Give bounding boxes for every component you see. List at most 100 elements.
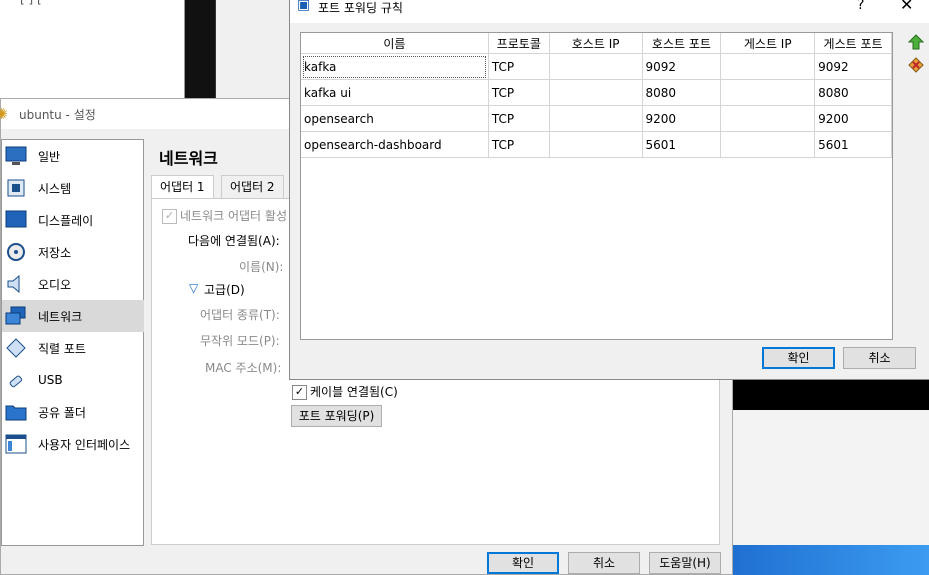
- settings-sidebar: 일반 시스템 디스플레이 저장소 오디오 네트워크 직렬 포트 USB 공유 폴…: [1, 139, 144, 546]
- enable-adapter-label: 네트워크 어댑터 활성: [180, 209, 287, 223]
- protocol-cell[interactable]: TCP: [488, 131, 550, 158]
- cable-connected-checkbox[interactable]: ✓: [292, 385, 307, 400]
- sidebar-item-label: 네트워크: [38, 309, 83, 324]
- guest-port-cell[interactable]: 9200: [814, 105, 892, 132]
- advanced-toggle-icon[interactable]: ▽: [189, 281, 198, 295]
- sidebar-item-label: 저장소: [38, 245, 72, 260]
- sidebar-item-storage[interactable]: 저장소: [2, 236, 144, 268]
- host-port-cell[interactable]: 8080: [642, 79, 722, 106]
- rule-name-cell[interactable]: opensearch: [301, 105, 489, 132]
- close-icon[interactable]: ✕: [900, 0, 913, 14]
- sidebar-item-usb[interactable]: USB: [2, 364, 144, 396]
- guest-ip-cell[interactable]: [720, 53, 816, 80]
- guest-ip-cell[interactable]: [720, 105, 816, 132]
- usb-icon: [5, 369, 27, 391]
- name-label: 이름(N):: [239, 260, 284, 274]
- desktop-wallpaper: [730, 545, 929, 575]
- serial-port-icon: [5, 337, 27, 359]
- tab-adapter-1[interactable]: 어댑터 1: [151, 175, 214, 200]
- sidebar-item-label: 일반: [38, 149, 61, 164]
- protocol-cell[interactable]: TCP: [488, 53, 550, 80]
- table-row[interactable]: kafka ui TCP 8080 8080: [301, 79, 892, 106]
- port-forwarding-titlebar[interactable]: ▣ 포트 포워딩 규칙 ? ✕: [290, 0, 929, 23]
- background-window: [ ] [: [0, 0, 185, 100]
- promiscuous-mode-label: 무작위 모드(P):: [200, 334, 280, 348]
- sidebar-item-label: 직렬 포트: [38, 341, 86, 356]
- cancel-button[interactable]: 취소: [568, 552, 640, 574]
- host-port-cell[interactable]: 5601: [642, 131, 722, 158]
- table-row[interactable]: opensearch-dashboard TCP 5601 5601: [301, 131, 892, 158]
- rule-name-cell[interactable]: kafka: [301, 53, 489, 80]
- system-icon: [5, 177, 27, 199]
- guest-ip-cell[interactable]: [720, 79, 816, 106]
- port-forwarding-button[interactable]: 포트 포워딩(P): [291, 405, 382, 427]
- sidebar-item-user-interface[interactable]: 사용자 인터페이스: [2, 428, 144, 460]
- sidebar-item-label: 사용자 인터페이스: [38, 437, 131, 452]
- guest-port-cell[interactable]: 9092: [814, 53, 892, 80]
- rule-name-cell[interactable]: kafka ui: [301, 79, 489, 106]
- background-dark-area: [185, 0, 215, 100]
- background-window-gray: [215, 0, 290, 100]
- shared-folder-icon: [5, 401, 27, 423]
- advanced-toggle[interactable]: 고급(D): [204, 281, 245, 298]
- table-header-row: 이름 프로토콜 호스트 IP 호스트 포트 게스트 IP 게스트 포트: [301, 33, 892, 54]
- attached-to-label: 다음에 연결됨(A):: [188, 234, 280, 248]
- audio-icon: [5, 273, 27, 295]
- guest-port-cell[interactable]: 8080: [814, 79, 892, 106]
- enable-adapter-checkbox[interactable]: ✓: [162, 209, 177, 224]
- user-interface-icon: [5, 433, 27, 455]
- sidebar-item-network[interactable]: 네트워크: [2, 300, 144, 332]
- sidebar-item-label: 디스플레이: [38, 213, 94, 228]
- adapter-type-label: 어댑터 종류(T):: [200, 308, 280, 322]
- host-port-cell[interactable]: 9092: [642, 53, 722, 80]
- table-row[interactable]: kafka TCP 9092 9092: [301, 53, 892, 80]
- host-ip-cell[interactable]: [549, 131, 643, 158]
- protocol-cell[interactable]: TCP: [488, 79, 550, 106]
- port-forwarding-table: 이름 프로토콜 호스트 IP 호스트 포트 게스트 IP 게스트 포트 kafk…: [300, 32, 893, 340]
- sidebar-item-label: 공유 폴더: [38, 405, 86, 420]
- column-header-host-ip[interactable]: 호스트 IP: [549, 33, 643, 54]
- sidebar-item-general[interactable]: 일반: [2, 140, 144, 172]
- background-partial-text: [ ] [: [20, 0, 42, 6]
- column-header-protocol[interactable]: 프로토콜: [488, 33, 550, 54]
- port-forwarding-dialog: ▣ 포트 포워딩 규칙 ? ✕ 이름 프로토콜 호스트 IP 호스트 포트 게스…: [289, 0, 929, 380]
- desktop-dark-strip: [730, 378, 929, 410]
- help-icon[interactable]: ?: [857, 0, 864, 13]
- ok-button[interactable]: 확인: [487, 552, 559, 574]
- page-title: 네트워크: [159, 149, 218, 168]
- cable-connected-label: 케이블 연결됨(C): [310, 385, 398, 399]
- column-header-host-port[interactable]: 호스트 포트: [642, 33, 722, 54]
- sidebar-item-label: 시스템: [38, 181, 72, 196]
- sidebar-item-system[interactable]: 시스템: [2, 172, 144, 204]
- guest-port-cell[interactable]: 5601: [814, 131, 892, 158]
- guest-ip-cell[interactable]: [720, 131, 816, 158]
- remove-rule-icon[interactable]: [908, 57, 924, 73]
- sidebar-item-audio[interactable]: 오디오: [2, 268, 144, 300]
- settings-title: ubuntu - 설정: [19, 108, 96, 122]
- port-forwarding-ok-button[interactable]: 확인: [762, 347, 835, 369]
- host-port-cell[interactable]: 9200: [642, 105, 722, 132]
- add-rule-icon[interactable]: [907, 34, 925, 50]
- host-ip-cell[interactable]: [549, 79, 643, 106]
- tab-adapter-2[interactable]: 어댑터 2: [221, 175, 284, 199]
- sidebar-item-display[interactable]: 디스플레이: [2, 204, 144, 236]
- port-forwarding-title: 포트 포워딩 규칙: [318, 1, 403, 15]
- rule-name-cell[interactable]: opensearch-dashboard: [301, 131, 489, 158]
- column-header-name[interactable]: 이름: [301, 33, 489, 54]
- table-row[interactable]: opensearch TCP 9200 9200: [301, 105, 892, 132]
- sidebar-item-label: USB: [38, 373, 63, 387]
- column-header-guest-ip[interactable]: 게스트 IP: [720, 33, 816, 54]
- sidebar-item-serial-port[interactable]: 직렬 포트: [2, 332, 144, 364]
- display-icon: [5, 209, 27, 231]
- sidebar-item-shared-folder[interactable]: 공유 폴더: [2, 396, 144, 428]
- sidebar-item-label: 오디오: [38, 277, 72, 292]
- host-ip-cell[interactable]: [549, 105, 643, 132]
- port-forwarding-icon: ▣: [297, 0, 311, 13]
- virtualbox-gear-icon: ✺: [0, 105, 8, 123]
- host-ip-cell[interactable]: [549, 53, 643, 80]
- help-button[interactable]: 도움말(H): [649, 552, 721, 574]
- column-header-guest-port[interactable]: 게스트 포트: [814, 33, 892, 54]
- network-icon: [5, 305, 27, 327]
- protocol-cell[interactable]: TCP: [488, 105, 550, 132]
- port-forwarding-cancel-button[interactable]: 취소: [843, 347, 916, 369]
